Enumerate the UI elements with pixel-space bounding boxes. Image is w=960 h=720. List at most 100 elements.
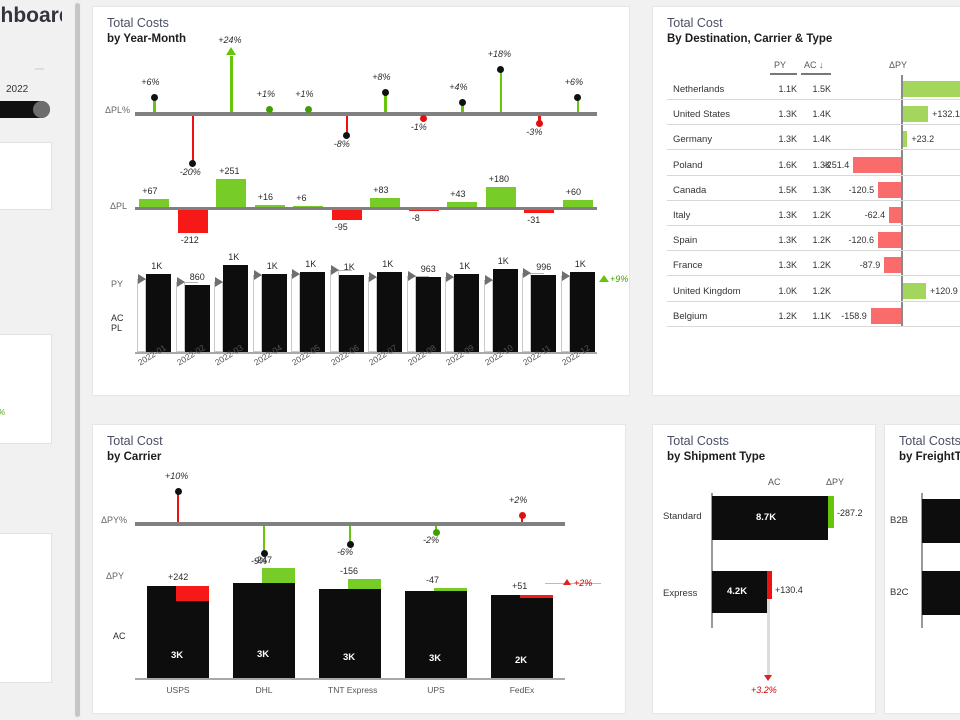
freight-title: Total Costs: [899, 434, 960, 448]
table-cell-py: 1.3K: [778, 260, 797, 271]
table-cell-delta: -120.6: [848, 235, 875, 246]
shipment-total-delta: +3.2%: [751, 685, 777, 695]
panel-shipment: Total Costs by Shipment Type AC ΔPY Stan…: [652, 424, 876, 714]
slider-knob[interactable]: [33, 101, 50, 118]
table-cell-delta: -87.9: [859, 260, 881, 271]
py-marker-icon: [176, 277, 185, 288]
table-row-divider: [667, 99, 960, 100]
carrier-delta-label: +51: [512, 581, 528, 591]
table-delta-bar: [903, 106, 929, 123]
col-header-py: PY: [774, 60, 787, 70]
panel-freight: Total Costs by FreightType B2B B2C: [884, 424, 960, 714]
carrier-delta-label: -156: [340, 566, 359, 577]
axis-label-dpy-pct: ΔPY%: [101, 515, 128, 525]
py-reference-bar: [252, 275, 262, 352]
ac-bar: [454, 274, 480, 352]
table-row-label[interactable]: Netherlands: [673, 84, 724, 95]
dpl-bar: [293, 205, 324, 207]
table-cell-py: 1.1K: [778, 84, 797, 94]
shipment-delta-express: +130.4: [775, 585, 803, 595]
destination-subtitle: By Destination, Carrier & Type: [667, 33, 833, 45]
ac-bar: [338, 275, 364, 352]
dpl-bar: [562, 200, 593, 207]
dpl-bar: [254, 205, 285, 207]
carrier-delta-bar: [520, 595, 553, 599]
table-row-divider: [667, 124, 960, 126]
py-reference-bar: [329, 270, 339, 352]
fedex-connector: [545, 583, 601, 584]
table-cell-ac: 1.2K: [812, 260, 831, 271]
carrier-label: FedEx: [509, 685, 535, 695]
shipment-subtitle: by Shipment Type: [667, 451, 766, 463]
ac-value-label: 1K: [574, 258, 586, 269]
dpl-label: +83: [373, 184, 389, 195]
kpi-card-3[interactable]: nt -5% 1.1 /12: [0, 533, 52, 683]
dpl-bar: [447, 202, 478, 207]
table-row-label[interactable]: France: [673, 260, 703, 271]
header-rule-py: [770, 73, 797, 75]
table-delta-bar: [878, 232, 901, 249]
py-reference-bar: [214, 282, 224, 352]
kpi-card-2[interactable]: YTD 98 +11% /12: [0, 334, 52, 444]
table-row-label[interactable]: Germany: [673, 134, 712, 145]
scrollbar-thumb[interactable]: [75, 3, 80, 717]
ac-value-label: 1K: [459, 261, 471, 272]
py-reference-bar: [522, 272, 532, 352]
shipment-col-dpy: ΔPY: [826, 477, 845, 487]
table-row-label[interactable]: United States: [673, 109, 730, 120]
col-header-ac: AC ↓: [804, 60, 824, 70]
table-cell-py: 1.3K: [778, 134, 797, 145]
table-row-label[interactable]: Canada: [673, 185, 706, 196]
dpl-pct-marker: [150, 93, 158, 101]
py-marker-icon: [138, 273, 147, 284]
ac-bar: [184, 285, 210, 352]
dpl-bar: [139, 199, 170, 207]
table-row-label[interactable]: Poland: [673, 160, 703, 171]
table-row-label[interactable]: Spain: [673, 235, 697, 246]
table-row-label[interactable]: Belgium: [673, 311, 707, 322]
table-delta-bar: [903, 81, 960, 97]
carrier-delta-bar: [262, 567, 295, 583]
carrier-delta-label: -247: [254, 554, 273, 565]
kpi-card-1[interactable]: +6% /12: [0, 142, 52, 210]
table-row-label[interactable]: United Kingdom: [673, 286, 741, 297]
dpl-pct-label: +1%: [295, 88, 314, 99]
shipment-label-express: Express: [663, 588, 698, 599]
ac-value-label: 1K: [382, 258, 394, 269]
table-delta-bar: [903, 131, 908, 148]
carrier-pct-marker: [174, 488, 182, 495]
axis-label-ac: AC: [111, 313, 124, 323]
table-row-label[interactable]: Italy: [673, 210, 690, 221]
table-delta-bar: [884, 257, 901, 274]
carrier-total-delta: +2%: [574, 578, 593, 588]
carrier-pct-marker: [518, 512, 526, 519]
carrier-label: USPS: [166, 685, 190, 695]
ac-bar: [300, 271, 326, 352]
carrier-ac-value: 3K: [429, 652, 442, 664]
panel-year-month: Total Costs by Year-Month ΔPL% +6% -20% +2…: [92, 6, 630, 396]
page-scrollbar[interactable]: [74, 0, 81, 720]
py-reference-bar: [175, 282, 185, 352]
py-marker-icon: [407, 271, 416, 282]
header-rule-ac: [801, 73, 831, 75]
freight-subtitle: by FreightType: [899, 451, 960, 463]
ac-value-label: 860: [189, 272, 205, 283]
dpl-pct-label: +6%: [564, 76, 584, 87]
dpl-pct-marker: [343, 131, 351, 139]
sidebar-divider: [35, 68, 44, 70]
total-delta-arrow-icon: [599, 275, 609, 282]
table-cell-ac: 1.5K: [812, 84, 831, 94]
dpl-pct-marker: [381, 89, 389, 97]
dpl-pct-stem: [499, 69, 503, 112]
py-marker-icon: [561, 271, 570, 282]
ac-value-label: 996: [536, 261, 552, 272]
carrier-ac-bar: [319, 589, 381, 678]
dpl-pct-label: +8%: [372, 72, 391, 83]
dpl-bar: [524, 209, 555, 213]
year-slider[interactable]: [0, 101, 50, 118]
table-cell-delta: +132.1: [932, 109, 960, 120]
carrier-subtitle: by Carrier: [107, 451, 162, 463]
table-cell-delta: +23.2: [911, 134, 935, 145]
table-row-divider: [667, 225, 960, 226]
dpl-label: -95: [334, 221, 348, 232]
